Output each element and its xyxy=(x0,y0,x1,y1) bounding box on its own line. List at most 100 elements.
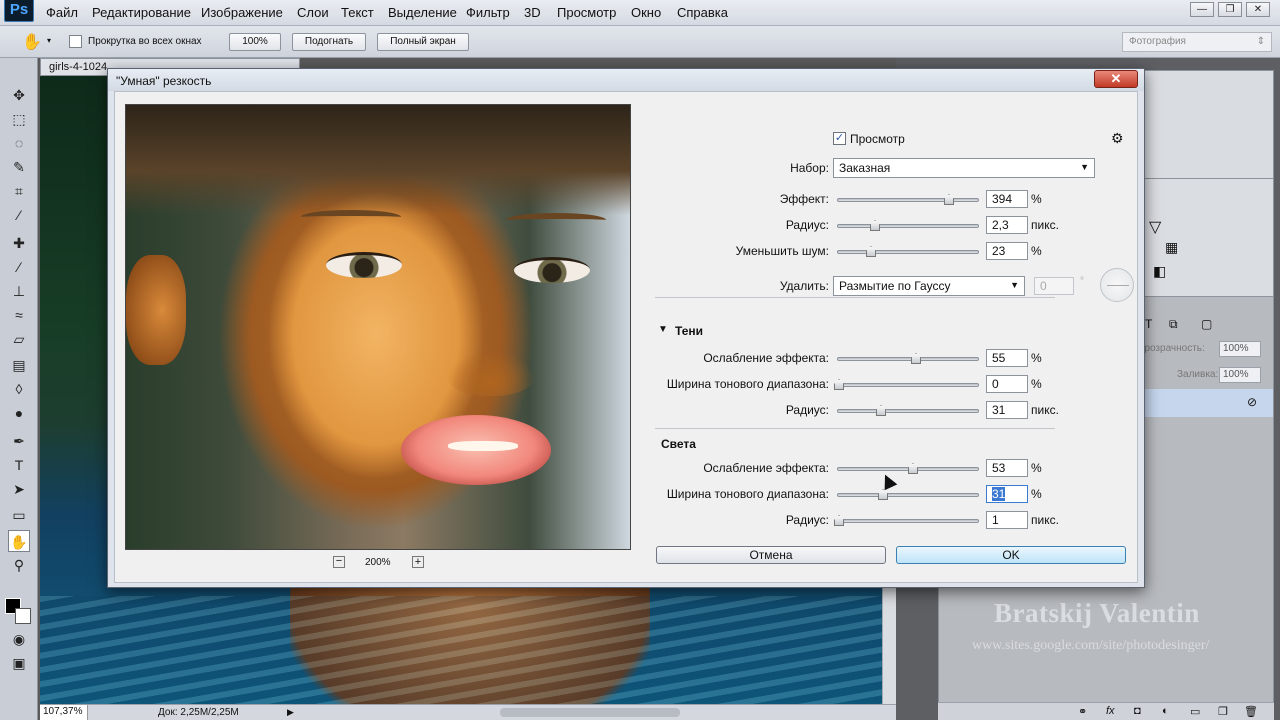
menu-edit[interactable]: Редактирование xyxy=(92,5,191,20)
menu-type[interactable]: Текст xyxy=(341,5,374,20)
radius-slider-thumb[interactable] xyxy=(870,220,880,231)
preset-dropdown[interactable]: Заказная ▼ xyxy=(833,158,1095,178)
fx-icon[interactable]: fx xyxy=(1106,705,1115,717)
highlights-radius-slider-thumb[interactable] xyxy=(834,515,844,526)
preview-pane[interactable] xyxy=(125,104,631,550)
zoom-out-button[interactable]: − xyxy=(333,556,345,568)
quick-mask-icon[interactable]: ◉ xyxy=(8,628,30,650)
pen-tool-icon[interactable]: ✒ xyxy=(8,430,30,452)
hand-tool-icon[interactable]: ✋ xyxy=(8,530,30,552)
highlights-fade-field[interactable]: 53 xyxy=(986,459,1028,477)
clone-stamp-tool-icon[interactable]: ⊥ xyxy=(8,280,30,302)
reduce-noise-slider-thumb[interactable] xyxy=(866,246,876,257)
highlights-fade-slider[interactable] xyxy=(837,463,979,474)
transform-lock-icon[interactable]: ⧉ xyxy=(1169,317,1178,332)
shadows-section-title[interactable]: Тени xyxy=(675,324,703,338)
preview-checkbox[interactable]: ✓ xyxy=(833,132,846,145)
background-color-swatch[interactable] xyxy=(15,608,31,624)
hand-tool-icon[interactable]: ✋ xyxy=(22,32,42,52)
highlights-section-title[interactable]: Света xyxy=(661,437,696,451)
maximize-icon[interactable]: ❐ xyxy=(1218,2,1242,17)
zoom-level-field[interactable]: 107,37% xyxy=(40,705,88,720)
scroll-all-windows-checkbox[interactable] xyxy=(69,35,82,48)
menu-view[interactable]: Просмотр xyxy=(557,5,616,20)
crop-tool-icon[interactable]: ⌗ xyxy=(8,180,30,202)
menu-filter[interactable]: Фильтр xyxy=(466,5,510,20)
shadows-radius-field[interactable]: 31 xyxy=(986,401,1028,419)
shadows-tonal-width-slider[interactable] xyxy=(834,379,979,390)
dodge-tool-icon[interactable]: ● xyxy=(8,402,30,424)
reduce-noise-field[interactable]: 23 xyxy=(986,242,1028,260)
amount-field[interactable]: 394 xyxy=(986,190,1028,208)
highlights-tonal-width-slider[interactable] xyxy=(837,489,979,500)
tool-preset-chevron-icon[interactable]: ▾ xyxy=(47,36,51,45)
actual-pixels-button[interactable]: 100% xyxy=(229,33,281,51)
adjustment-layer-icon[interactable]: ◐ xyxy=(1162,705,1169,717)
close-icon[interactable]: ✕ xyxy=(1246,2,1270,17)
shadows-radius-slider-thumb[interactable] xyxy=(876,405,886,416)
collapse-triangle-icon[interactable]: ▼ xyxy=(658,324,668,335)
mask-icon[interactable]: ◘ xyxy=(1134,705,1141,717)
history-brush-tool-icon[interactable]: ≈ xyxy=(8,304,30,326)
gradient-tool-icon[interactable]: ▤ xyxy=(8,354,30,376)
group-folder-icon[interactable]: ▭ xyxy=(1190,705,1200,718)
highlights-radius-field[interactable]: 1 xyxy=(986,511,1028,529)
type-lock-icon[interactable]: T xyxy=(1145,317,1152,331)
eyedropper-tool-icon[interactable]: ⁄ xyxy=(8,204,30,226)
menu-select[interactable]: Выделение xyxy=(388,5,457,20)
shadows-tonal-width-slider-thumb[interactable] xyxy=(834,379,844,390)
healing-brush-tool-icon[interactable]: ✚ xyxy=(8,232,30,254)
shadows-fade-slider-thumb[interactable] xyxy=(911,353,921,364)
shape-tool-icon[interactable]: ▭ xyxy=(8,504,30,526)
artboard-lock-icon[interactable]: ▢ xyxy=(1201,317,1212,331)
shadows-fade-slider[interactable] xyxy=(837,353,979,364)
shadows-radius-slider[interactable] xyxy=(837,405,979,416)
fill-screen-button[interactable]: Полный экран xyxy=(377,33,469,51)
radius-slider[interactable] xyxy=(837,220,979,231)
amount-slider[interactable] xyxy=(837,194,979,205)
vibrance-icon[interactable]: ▽ xyxy=(1149,217,1161,237)
reduce-noise-slider[interactable] xyxy=(837,246,979,257)
angle-dial[interactable] xyxy=(1100,268,1134,302)
minimize-icon[interactable]: — xyxy=(1190,2,1214,17)
dialog-titlebar[interactable]: "Умная" резкость ✕ xyxy=(108,69,1144,91)
opacity-field[interactable]: 100% xyxy=(1219,341,1261,357)
horizontal-scrollbar-thumb[interactable] xyxy=(500,708,680,717)
trash-icon[interactable]: 🗑 xyxy=(1244,705,1258,718)
blur-tool-icon[interactable]: ◊ xyxy=(8,378,30,400)
brush-tool-icon[interactable]: ∕ xyxy=(8,256,30,278)
amount-slider-thumb[interactable] xyxy=(944,194,954,205)
path-select-tool-icon[interactable]: ➤ xyxy=(8,478,30,500)
fill-field[interactable]: 100% xyxy=(1219,367,1261,383)
link-layers-icon[interactable]: ⚭ xyxy=(1078,705,1087,718)
menu-3d[interactable]: 3D xyxy=(524,5,541,20)
workspace-dropdown[interactable]: Фотография ⇕ xyxy=(1122,32,1272,52)
highlights-radius-slider[interactable] xyxy=(834,515,979,526)
ok-button[interactable]: OK xyxy=(896,546,1126,564)
highlights-tonal-width-slider-thumb[interactable] xyxy=(878,489,888,500)
eraser-tool-icon[interactable]: ▱ xyxy=(8,328,30,350)
quick-select-tool-icon[interactable]: ✎ xyxy=(8,156,30,178)
menu-file[interactable]: Файл xyxy=(46,5,78,20)
menu-image[interactable]: Изображение xyxy=(201,5,283,20)
highlights-tonal-width-field[interactable]: 31 xyxy=(986,485,1028,503)
new-layer-icon[interactable]: ❐ xyxy=(1218,705,1228,718)
angle-field[interactable]: 0 xyxy=(1034,277,1074,295)
status-menu-arrow-icon[interactable]: ▶ xyxy=(287,707,294,718)
shadows-tonal-width-field[interactable]: 0 xyxy=(986,375,1028,393)
menu-help[interactable]: Справка xyxy=(677,5,728,20)
gear-icon[interactable]: ⚙ xyxy=(1111,130,1124,147)
threshold-icon[interactable]: ◧ xyxy=(1153,263,1166,280)
remove-dropdown[interactable]: Размытие по Гауссу ▼ xyxy=(833,276,1025,296)
zoom-in-button[interactable]: + xyxy=(412,556,424,568)
lasso-tool-icon[interactable]: ◌ xyxy=(8,132,30,154)
zoom-tool-icon[interactable]: ⚲ xyxy=(8,554,30,576)
channel-mixer-icon[interactable]: ▦ xyxy=(1165,239,1178,256)
marquee-tool-icon[interactable]: ⬚ xyxy=(8,108,30,130)
menu-layers[interactable]: Слои xyxy=(297,5,329,20)
screen-mode-icon[interactable]: ▣ xyxy=(8,652,30,674)
radius-field[interactable]: 2,3 xyxy=(986,216,1028,234)
shadows-fade-field[interactable]: 55 xyxy=(986,349,1028,367)
menu-window[interactable]: Окно xyxy=(631,5,661,20)
type-tool-icon[interactable]: T xyxy=(8,454,30,476)
